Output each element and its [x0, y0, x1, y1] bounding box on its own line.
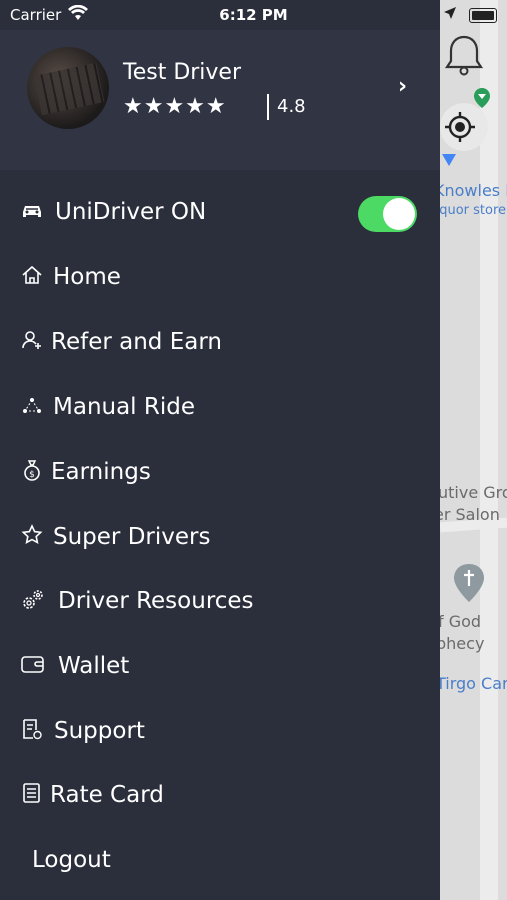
menu-item-wallet[interactable]: Wallet	[0, 640, 440, 692]
unidriver-label: UniDriver ON	[55, 199, 207, 225]
map-label: er Salon	[440, 505, 500, 524]
menu-item-super-drivers[interactable]: Super Drivers	[0, 511, 440, 563]
battery-icon	[469, 8, 497, 23]
support-document-icon	[20, 717, 44, 741]
avatar[interactable]	[27, 47, 109, 129]
menu-item-refer-and-earn[interactable]: Refer and Earn	[0, 316, 440, 368]
gears-icon	[20, 587, 44, 611]
menu-item-label: Refer and Earn	[51, 329, 222, 355]
map-label: utive Gro	[440, 483, 507, 502]
menu-item-label: Wallet	[58, 653, 130, 679]
home-icon	[20, 263, 44, 287]
logout-label: Logout	[32, 847, 111, 873]
menu-item-label: Manual Ride	[53, 394, 196, 420]
crosshair-icon	[445, 112, 475, 142]
map-label: f God	[440, 612, 482, 631]
map-view[interactable]: Knowles L liquor store utive Gro er Salo…	[440, 0, 507, 900]
star-outline-icon	[20, 523, 44, 547]
rating-divider	[267, 94, 269, 120]
menu-item-manual-ride[interactable]: Manual Ride	[0, 381, 440, 433]
map-label: Tirgo Car	[440, 674, 507, 693]
menu-item-home[interactable]: Home	[0, 251, 440, 303]
status-bar: Carrier 6:12 PM	[0, 0, 507, 30]
logout-button[interactable]: Logout	[0, 834, 440, 886]
menu-item-label: Earnings	[51, 459, 151, 485]
menu-item-label: Support	[54, 718, 145, 744]
map-pin-gray-icon	[454, 564, 484, 602]
list-document-icon	[20, 781, 44, 805]
notification-bell-icon[interactable]	[444, 33, 484, 77]
rating-value: 4.8	[277, 96, 306, 117]
side-drawer: Test Driver ★★★★★ 4.8 › UniDriver ON Hom…	[0, 0, 440, 900]
star-rating-icon: ★★★★★	[123, 94, 227, 119]
menu-item-label: Super Drivers	[53, 524, 211, 550]
map-pin-blue-icon	[442, 153, 456, 167]
money-bag-icon: $	[20, 458, 44, 482]
map-label: liquor store	[440, 203, 507, 218]
wallet-icon	[20, 652, 44, 676]
menu-item-earnings[interactable]: $ Earnings	[0, 446, 440, 498]
map-label: phecy	[440, 634, 485, 653]
route-nodes-icon	[20, 393, 44, 417]
map-label: Knowles L	[440, 181, 507, 200]
menu-item-driver-resources[interactable]: Driver Resources	[0, 575, 440, 627]
profile-header[interactable]: Test Driver ★★★★★ 4.8 ›	[0, 30, 440, 170]
menu-item-label: Rate Card	[50, 782, 164, 808]
unidriver-on-switch[interactable]	[358, 196, 417, 232]
menu-item-rate-card[interactable]: Rate Card	[0, 769, 440, 821]
chevron-right-icon[interactable]: ›	[398, 74, 407, 99]
location-arrow-icon	[443, 6, 457, 24]
menu-item-support[interactable]: Support	[0, 705, 440, 757]
driver-name: Test Driver	[123, 60, 242, 85]
menu-item-label: Home	[53, 264, 121, 290]
clock-time: 6:12 PM	[219, 6, 288, 24]
svg-text:$: $	[29, 470, 35, 480]
my-location-button[interactable]	[440, 103, 488, 151]
add-user-icon	[20, 328, 44, 352]
car-icon	[20, 198, 44, 222]
menu-item-label: Driver Resources	[58, 588, 254, 614]
